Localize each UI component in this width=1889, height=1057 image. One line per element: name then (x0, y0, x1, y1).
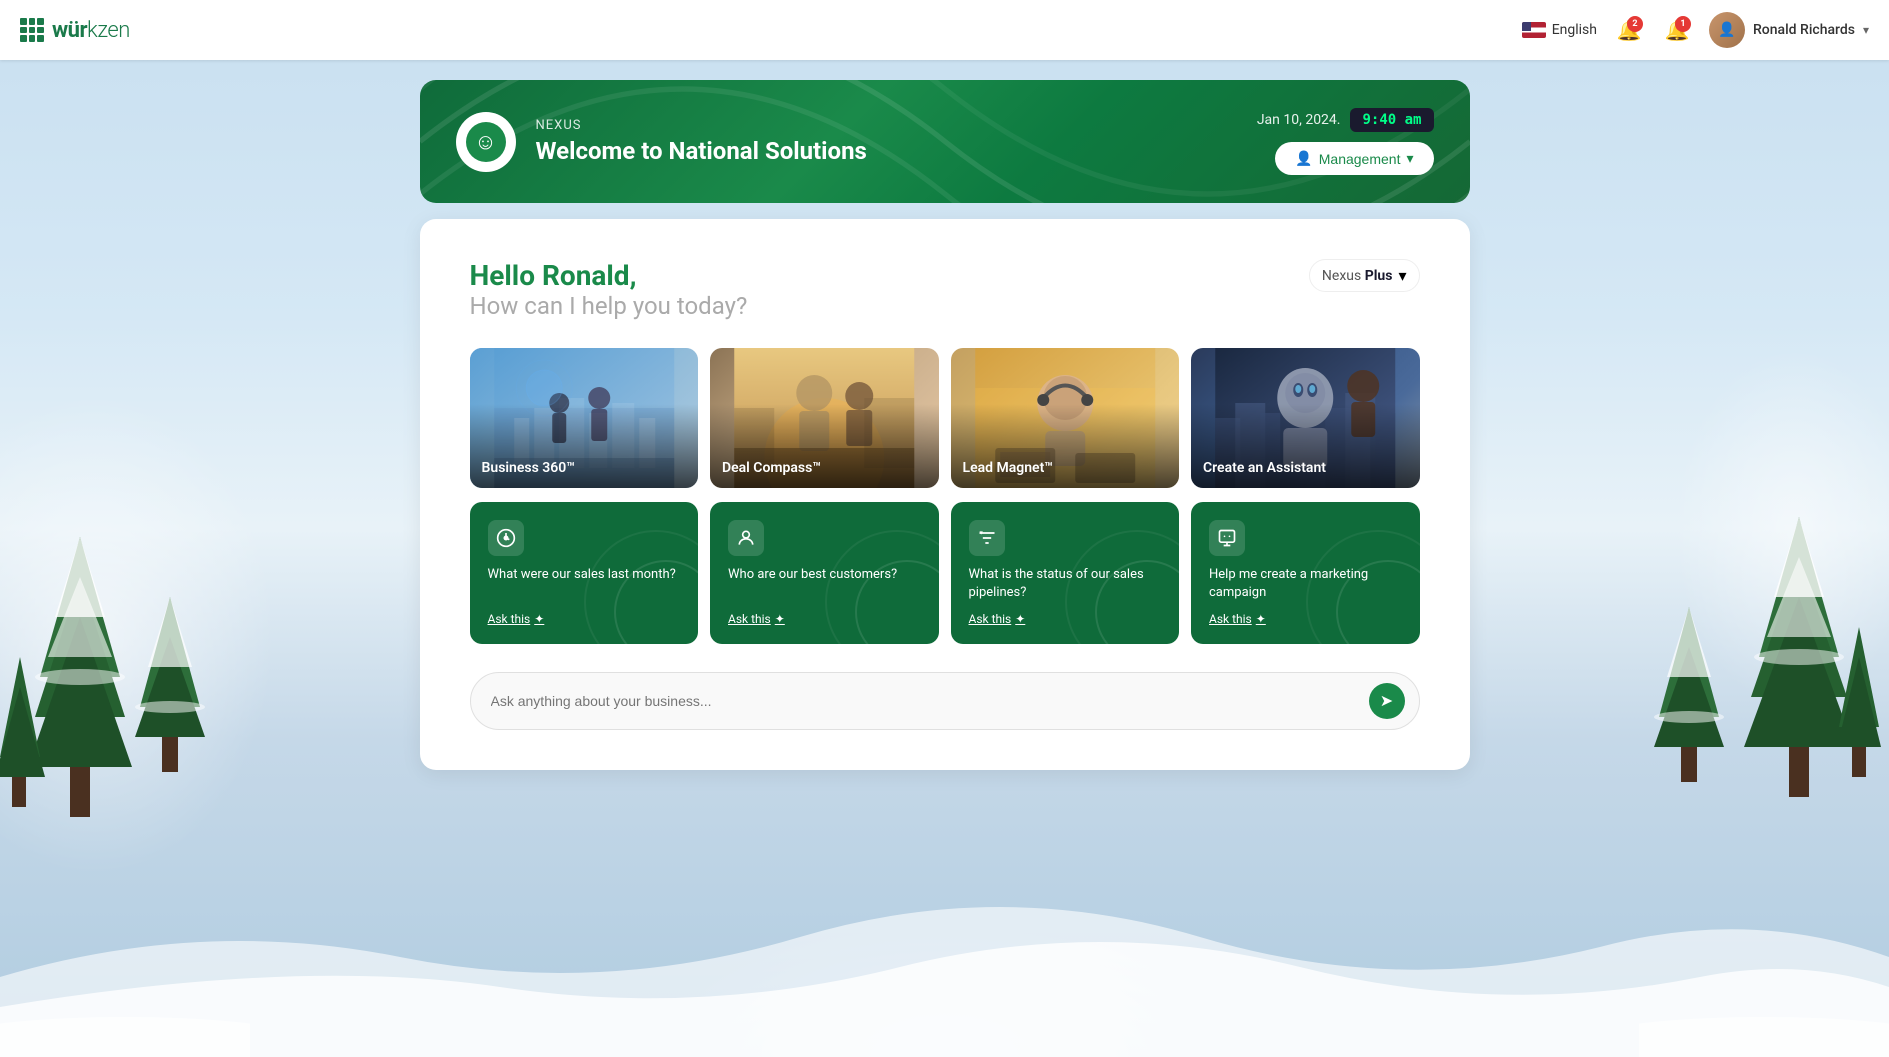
greeting-hello: Hello Ronald, (470, 259, 748, 292)
nav-right-area: English 🔔 2 🔔 1 👤 Ronald Richards ▾ (1522, 12, 1869, 48)
suggestion-icon-1 (728, 520, 764, 556)
suggestion-icon-0 (488, 520, 524, 556)
greeting-row: Hello Ronald, How can I help you today? … (470, 259, 1420, 320)
suggestion-card-3[interactable]: Help me create a marketing campaign Ask … (1191, 502, 1420, 644)
notification-badge-2: 1 (1675, 16, 1691, 32)
language-label: English (1552, 22, 1597, 38)
main-content: ☺ NEXUS Welcome to National Solutions Ja… (0, 60, 1889, 1057)
feature-card-assistant[interactable]: Create an Assistant (1191, 348, 1420, 488)
flag-icon (1522, 22, 1546, 38)
navbar: würkzen English 🔔 2 🔔 1 👤 Ronald Richard… (0, 0, 1889, 60)
suggestion-link-2[interactable]: Ask this ✦ (969, 612, 1162, 626)
suggestion-text-2: What is the status of our sales pipeline… (969, 566, 1162, 602)
user-avatar: 👤 (1709, 12, 1745, 48)
nexus-badge[interactable]: Nexus Plus ▾ (1309, 259, 1420, 292)
hero-time: 9:40 am (1350, 108, 1433, 132)
user-menu[interactable]: 👤 Ronald Richards ▾ (1709, 12, 1869, 48)
suggestion-text-0: What were our sales last month? (488, 566, 681, 602)
arrow-icon-3: ✦ (1256, 612, 1266, 626)
nexus-plan-label: Nexus Plus (1322, 268, 1393, 284)
feature-card-business[interactable]: Business 360™ (470, 348, 699, 488)
hero-logo: ☺ (456, 112, 516, 172)
management-chevron: ▾ (1406, 150, 1413, 167)
hero-logo-icon: ☺ (466, 122, 506, 162)
suggestions-grid: What were our sales last month? Ask this… (470, 502, 1420, 644)
hero-nexus-label: NEXUS (536, 118, 867, 133)
hero-banner: ☺ NEXUS Welcome to National Solutions Ja… (420, 80, 1470, 203)
suggestion-card-2[interactable]: What is the status of our sales pipeline… (951, 502, 1180, 644)
username-label: Ronald Richards (1753, 22, 1855, 38)
grid-icon[interactable] (20, 18, 44, 42)
feature-card-lead[interactable]: Lead Magnet™ (951, 348, 1180, 488)
suggestion-link-0[interactable]: Ask this ✦ (488, 612, 681, 626)
search-bar: ➤ (470, 672, 1420, 730)
nexus-chevron: ▾ (1398, 266, 1406, 285)
language-selector[interactable]: English (1522, 22, 1597, 38)
main-card: Hello Ronald, How can I help you today? … (420, 219, 1470, 770)
brand-name: würkzen (52, 18, 130, 43)
management-label: Management (1319, 151, 1401, 167)
suggestion-icon-2 (969, 520, 1005, 556)
user-menu-chevron: ▾ (1863, 23, 1869, 37)
feature-card-label-lead: Lead Magnet™ (963, 460, 1054, 476)
feature-card-label-business: Business 360™ (482, 460, 576, 476)
feature-card-label-deal: Deal Compass™ (722, 460, 821, 476)
logo-area: würkzen (20, 18, 1522, 43)
notification-badge-1: 2 (1627, 16, 1643, 32)
hero-left-area: ☺ NEXUS Welcome to National Solutions (456, 112, 867, 172)
search-submit-button[interactable]: ➤ (1369, 683, 1405, 719)
send-icon: ➤ (1380, 691, 1393, 711)
hero-right-area: Jan 10, 2024. 9:40 am 👤 Management ▾ (1257, 108, 1434, 175)
suggestion-text-1: Who are our best customers? (728, 566, 921, 602)
suggestion-link-3[interactable]: Ask this ✦ (1209, 612, 1402, 626)
suggestion-icon-3 (1209, 520, 1245, 556)
feature-cards-grid: Business 360™ (470, 348, 1420, 488)
suggestion-card-1[interactable]: Who are our best customers? Ask this ✦ (710, 502, 939, 644)
hero-date: Jan 10, 2024. (1257, 112, 1341, 128)
hero-title: Welcome to National Solutions (536, 137, 867, 165)
arrow-icon-0: ✦ (534, 612, 544, 626)
avatar-image: 👤 (1709, 12, 1745, 48)
hero-text-area: NEXUS Welcome to National Solutions (536, 118, 867, 165)
suggestion-card-0[interactable]: What were our sales last month? Ask this… (470, 502, 699, 644)
suggestion-text-3: Help me create a marketing campaign (1209, 566, 1402, 602)
arrow-icon-1: ✦ (775, 612, 785, 626)
suggestion-link-1[interactable]: Ask this ✦ (728, 612, 921, 626)
arrow-icon-2: ✦ (1015, 612, 1025, 626)
notifications-bell-2[interactable]: 🔔 1 (1661, 14, 1693, 46)
search-input[interactable] (491, 693, 1369, 709)
notifications-bell-1[interactable]: 🔔 2 (1613, 14, 1645, 46)
feature-card-label-assistant: Create an Assistant (1203, 460, 1326, 476)
greeting-subtitle: How can I help you today? (470, 292, 748, 320)
management-icon: 👤 (1295, 150, 1312, 167)
management-button[interactable]: 👤 Management ▾ (1275, 142, 1433, 175)
greeting-text: Hello Ronald, How can I help you today? (470, 259, 748, 320)
feature-card-deal[interactable]: Deal Compass™ (710, 348, 939, 488)
